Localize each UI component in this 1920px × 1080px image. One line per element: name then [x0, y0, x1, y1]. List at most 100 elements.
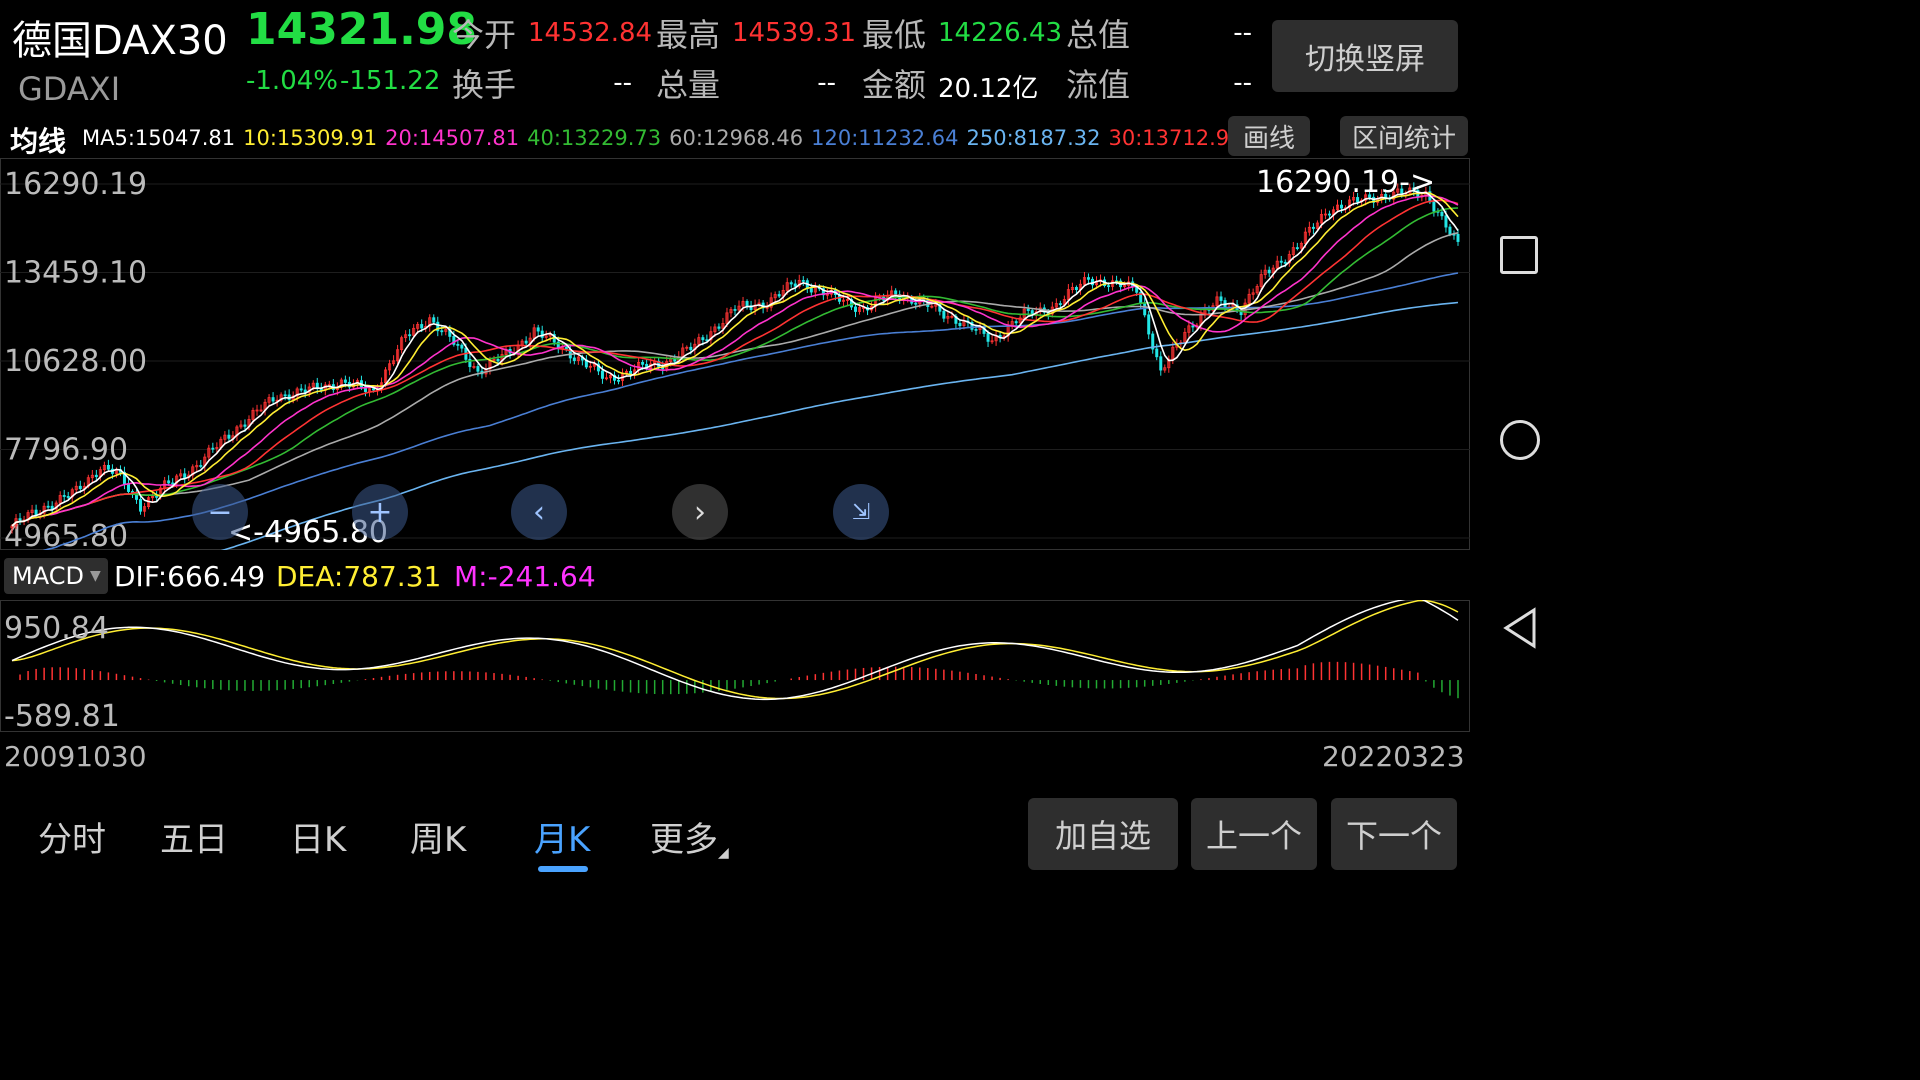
triangle-down-icon: ▼ [89, 568, 101, 584]
ma-line-ma60 [11, 232, 1459, 527]
tab-2[interactable]: 日K [290, 812, 346, 861]
ma-legend-item: 20:14507.81 [385, 126, 520, 150]
ma-legend-item: 40:13229.73 [527, 126, 662, 150]
range-stats-button[interactable]: 区间统计 [1340, 116, 1468, 156]
stat-label: 总值 [1066, 16, 1131, 54]
candle-body [94, 474, 98, 478]
switch-portrait-button[interactable]: 切换竖屏 [1272, 20, 1458, 92]
chevron-left-icon: ‹ [533, 494, 545, 530]
candle-body [1107, 285, 1111, 288]
candle-body [572, 357, 576, 361]
candle-body [894, 290, 898, 295]
candle-body [600, 370, 604, 379]
candle-body [1283, 261, 1287, 264]
next-button[interactable]: 下一个 [1331, 798, 1457, 870]
collapse-button[interactable]: ⇲ [833, 484, 889, 540]
candle-body [271, 397, 275, 402]
active-tab-indicator [538, 866, 588, 872]
stat-value: 14539.31 [732, 18, 857, 48]
candle-body [171, 482, 175, 485]
stat-value: -- [613, 68, 632, 98]
candle-body [1159, 356, 1163, 371]
candle-body [1014, 321, 1018, 324]
draw-line-button[interactable]: 画线 [1228, 116, 1310, 156]
candle-body [1432, 201, 1436, 212]
candle-body [126, 483, 130, 492]
candle-body [733, 309, 737, 311]
candle-body [1340, 204, 1344, 209]
candle-body [789, 282, 793, 285]
tab-1[interactable]: 五日 [160, 812, 228, 861]
scroll-left-button[interactable]: ‹ [511, 484, 567, 540]
stat-value: 14226.43 [938, 18, 1063, 48]
candle-body [1147, 314, 1151, 335]
scroll-right-button[interactable]: › [672, 484, 728, 540]
x-start-date: 20091030 [4, 740, 147, 773]
x-end-date: 20220323 [1322, 740, 1465, 773]
candle-body [34, 509, 38, 516]
y-tick-label: 7796.90 [4, 432, 128, 467]
candle-body [183, 473, 187, 479]
macd-top-tick: 950.84 [4, 611, 109, 646]
collapse-arrows-icon: ⇲ [851, 499, 871, 525]
change-percent: -1.04% [246, 66, 338, 96]
candle-body [1295, 247, 1299, 250]
candle-body [18, 518, 22, 521]
tab-5[interactable]: 更多◢ [650, 812, 729, 861]
candle-body [1058, 303, 1062, 305]
tab-3[interactable]: 周K [410, 812, 466, 861]
candle-body [1191, 325, 1195, 328]
stat-value: -- [1233, 68, 1252, 98]
candle-body [432, 317, 436, 323]
zoom-in-button[interactable]: + [352, 484, 408, 540]
stat-label: 流值 [1066, 66, 1131, 104]
tab-4[interactable]: 月K [534, 812, 590, 861]
ma-legend-item: MA5:15047.81 [82, 126, 236, 150]
candle-body [199, 465, 203, 467]
candle-body [139, 499, 143, 512]
ma-legend-item: 60:12968.46 [669, 126, 804, 150]
candle-body [476, 366, 480, 372]
candle-body [974, 328, 978, 331]
candle-body [1155, 348, 1159, 358]
stat-label: 换手 [452, 66, 517, 104]
candle-body [777, 294, 781, 297]
candle-body [283, 394, 287, 397]
ma-legend-item: 30:13712.98 [1108, 126, 1243, 150]
back-icon[interactable] [1500, 606, 1540, 650]
ma-legend-item: 120:11232.64 [811, 126, 959, 150]
candle-body [62, 495, 66, 497]
candle-body [801, 280, 805, 282]
stat-value: 20.12亿 [938, 74, 1039, 104]
macd-m: M:-241.64 [454, 560, 596, 593]
zoom-out-button[interactable]: − [192, 484, 248, 540]
candle-body [227, 434, 231, 439]
candle-body [854, 306, 858, 312]
current-price: 14321.98 [246, 4, 478, 55]
recent-apps-icon[interactable] [1500, 236, 1538, 274]
candle-body [106, 464, 110, 470]
previous-button[interactable]: 上一个 [1191, 798, 1317, 870]
tab-0[interactable]: 分时 [38, 812, 106, 861]
candle-body [1456, 233, 1460, 242]
candle-body [717, 326, 721, 329]
add-watchlist-button[interactable]: 加自选 [1028, 798, 1178, 870]
stat-value: -- [817, 68, 836, 98]
ma-legend-item: 10:15309.91 [243, 126, 378, 150]
ma-legend-item: 250:8187.32 [966, 126, 1101, 150]
stat-label: 最高 [656, 16, 721, 54]
minus-icon: − [207, 494, 233, 530]
macd-dea: DEA:787.31 [276, 560, 442, 593]
candle-body [689, 346, 693, 351]
y-tick-label: 4965.80 [4, 519, 128, 550]
macd-selector[interactable]: MACD ▼ [4, 558, 108, 594]
stat-label: 总量 [656, 66, 721, 104]
candle-body [641, 362, 645, 365]
home-icon[interactable] [1500, 420, 1540, 460]
candle-body [243, 424, 247, 427]
macd-frame [0, 600, 1470, 732]
candle-body [408, 334, 412, 337]
high-marker: 16290.19-> [1256, 165, 1435, 200]
macd-chart[interactable]: 950.84 -589.81 [0, 600, 1470, 732]
candle-body [793, 283, 797, 287]
